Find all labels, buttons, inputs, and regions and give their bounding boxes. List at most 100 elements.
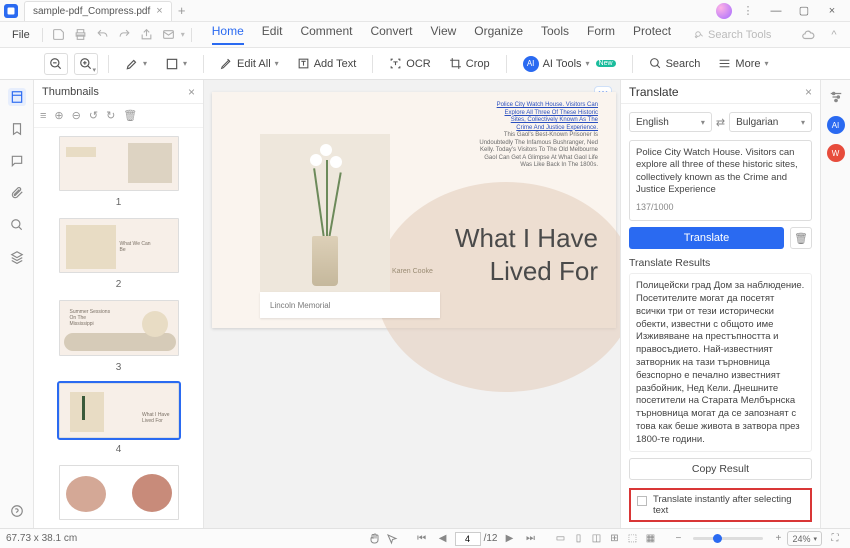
minimize-icon[interactable]: — <box>764 1 788 21</box>
ai-orb-icon[interactable] <box>716 3 732 19</box>
delete-source-icon[interactable]: 🗑 <box>790 227 812 249</box>
rail-ai-icon[interactable]: AI <box>827 116 845 134</box>
fit-mode-3-icon[interactable]: ◫ <box>587 531 605 547</box>
fit-mode-4-icon[interactable]: ⊞ <box>605 531 623 547</box>
next-page-icon[interactable]: ▶ <box>500 531 518 547</box>
collapse-ribbon-icon[interactable]: ^ <box>824 25 844 45</box>
pdf-page[interactable]: Lincoln Memorial Karen Cooke Police City… <box>212 92 616 328</box>
close-tab-icon[interactable]: × <box>156 5 162 17</box>
rail-attachment-icon[interactable] <box>8 184 26 202</box>
tab-edit[interactable]: Edit <box>262 24 283 45</box>
swap-languages-icon[interactable]: ⇄ <box>716 116 725 129</box>
rail-comment-icon[interactable] <box>8 152 26 170</box>
fit-mode-6-icon[interactable]: ▦ <box>641 531 659 547</box>
document-tab[interactable]: sample-pdf_Compress.pdf × <box>24 1 172 21</box>
zoom-out-button[interactable] <box>44 53 68 75</box>
source-language-select[interactable]: English▾ <box>629 112 712 132</box>
zoom-level-select[interactable]: 24%▾ <box>787 531 822 546</box>
tab-form[interactable]: Form <box>587 24 615 45</box>
copy-result-button[interactable]: Copy Result <box>629 458 812 480</box>
thumbnail-number: 3 <box>116 362 122 373</box>
translate-button[interactable]: Translate <box>629 227 784 249</box>
thumb-tool-rotate-left-icon[interactable]: ↺ <box>89 109 98 122</box>
thumbnail-page[interactable]: Summer SessionsOn TheMississippi <box>59 300 179 355</box>
cloud-icon[interactable] <box>798 25 818 45</box>
rail-help-icon[interactable] <box>8 502 26 520</box>
thumbnails-title: Thumbnails <box>42 86 99 98</box>
print-icon[interactable] <box>71 25 91 45</box>
thumbnail-page[interactable] <box>59 465 179 520</box>
file-menu[interactable]: File <box>6 29 36 41</box>
thumbnail-number: 2 <box>116 279 122 290</box>
thumb-tool-list-icon[interactable]: ≡ <box>40 110 46 122</box>
close-thumbnails-icon[interactable]: × <box>188 85 195 99</box>
shapes-tool[interactable]: ▾ <box>159 53 193 75</box>
save-icon[interactable] <box>49 25 69 45</box>
crop-button[interactable]: Crop <box>443 53 496 75</box>
thumb-tool-delete-icon[interactable]: 🗑 <box>123 109 137 122</box>
translate-source-text[interactable]: Police City Watch House. Visitors can ex… <box>629 140 812 221</box>
search-tools[interactable]: Search Tools <box>693 29 771 41</box>
zoom-out-icon[interactable]: − <box>669 531 687 547</box>
tab-organize[interactable]: Organize <box>474 24 523 45</box>
fullscreen-icon[interactable]: ⛶ <box>826 531 844 547</box>
fit-mode-5-icon[interactable]: ⬚ <box>623 531 641 547</box>
search-button[interactable]: Search <box>643 53 707 75</box>
thumbnail-page-selected[interactable]: What I HaveLived For <box>59 383 179 438</box>
rail-bookmark-icon[interactable] <box>8 120 26 138</box>
close-window-icon[interactable]: × <box>820 1 844 21</box>
thumb-tool-zoomin-icon[interactable]: ⊕ <box>54 109 63 122</box>
tab-comment[interactable]: Comment <box>300 24 352 45</box>
fit-mode-1-icon[interactable]: ▭ <box>551 531 569 547</box>
tab-protect[interactable]: Protect <box>633 24 671 45</box>
rail-settings-icon[interactable] <box>827 88 845 106</box>
status-select-icon[interactable] <box>383 531 401 547</box>
zoom-slider[interactable] <box>693 537 763 540</box>
thumb-tool-rotate-right-icon[interactable]: ↻ <box>106 109 115 122</box>
translate-title: Translate <box>629 85 679 99</box>
instant-translate-option[interactable]: Translate instantly after selecting text <box>629 488 812 522</box>
status-hand-icon[interactable] <box>365 531 383 547</box>
redo-icon[interactable] <box>115 25 135 45</box>
thumbnail-page[interactable]: What We CanBe <box>59 218 179 273</box>
thumbnail-number: 4 <box>116 444 122 455</box>
close-translate-icon[interactable]: × <box>805 85 812 99</box>
translate-result-text: Полицейски град Дом за наблюдение. Посет… <box>629 273 812 452</box>
instant-translate-checkbox[interactable] <box>637 496 647 506</box>
fit-mode-2-icon[interactable]: ▯ <box>569 531 587 547</box>
last-page-icon[interactable]: ⏭ <box>521 531 539 547</box>
undo-icon[interactable] <box>93 25 113 45</box>
thumb-tool-zoomout-icon[interactable]: ⊖ <box>72 109 81 122</box>
new-tab-button[interactable]: + <box>172 3 192 18</box>
tab-tools[interactable]: Tools <box>541 24 569 45</box>
rail-search-icon[interactable] <box>8 216 26 234</box>
tab-view[interactable]: View <box>431 24 457 45</box>
document-canvas[interactable]: W Lincoln Memorial Karen Cooke Police Ci… <box>204 80 620 528</box>
rail-thumbnails-icon[interactable] <box>8 88 26 106</box>
page-number-input[interactable] <box>455 532 481 546</box>
edit-all-button[interactable]: Edit All▾ <box>214 53 285 75</box>
share-icon[interactable] <box>137 25 157 45</box>
target-language-select[interactable]: Bulgarian▾ <box>729 112 812 132</box>
ai-icon: AI <box>523 56 539 72</box>
mail-icon[interactable] <box>159 25 179 45</box>
rail-wps-icon[interactable]: W <box>827 144 845 162</box>
more-menu-icon[interactable]: ⋮ <box>736 1 760 21</box>
highlight-tool[interactable]: ▾ <box>119 53 153 75</box>
thumbnail-number: 1 <box>116 197 122 208</box>
zoom-in-icon[interactable]: + <box>769 531 787 547</box>
more-button[interactable]: More▾ <box>712 53 774 75</box>
thumbnail-page[interactable] <box>59 136 179 191</box>
first-page-icon[interactable]: ⏮ <box>413 531 431 547</box>
tab-convert[interactable]: Convert <box>370 24 412 45</box>
prev-page-icon[interactable]: ◀ <box>434 531 452 547</box>
zoom-in-button[interactable]: ▾ <box>74 53 98 75</box>
ai-tools-button[interactable]: AIAI Tools▾New <box>517 53 622 75</box>
maximize-icon[interactable]: ▢ <box>792 1 816 21</box>
rail-layers-icon[interactable] <box>8 248 26 266</box>
page-image <box>260 134 390 294</box>
tab-home[interactable]: Home <box>212 24 244 45</box>
add-text-button[interactable]: Add Text <box>291 53 363 75</box>
ocr-button[interactable]: OCR <box>383 53 436 75</box>
page-total: /12 <box>484 533 498 544</box>
